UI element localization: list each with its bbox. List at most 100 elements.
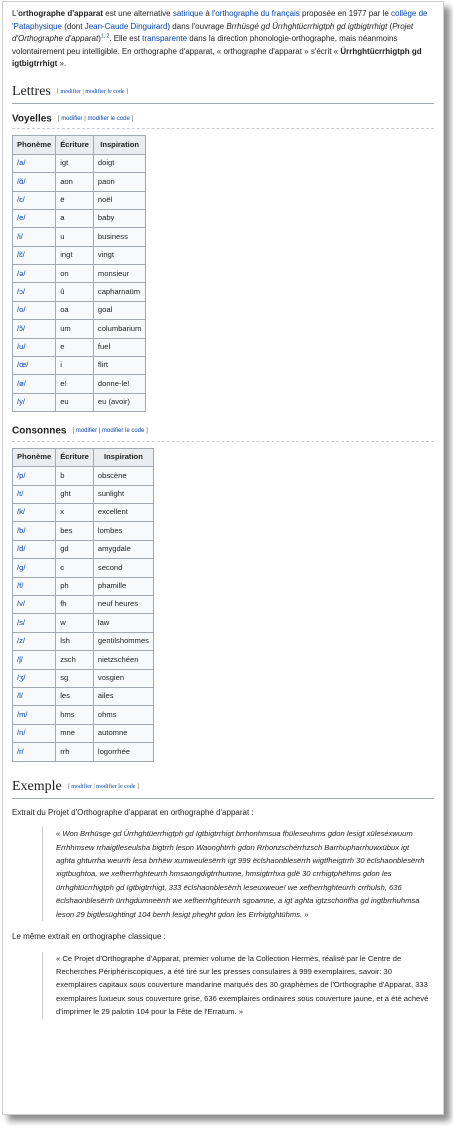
table-row: /r/rrh logorrhée [11, 742, 154, 762]
phoneme-cell[interactable]: /o/ [11, 300, 57, 321]
phoneme-cell[interactable]: /ø/ [11, 374, 57, 394]
table-row: /ɛ̃/ingt vingt [11, 245, 147, 266]
ecriture-cell: a [55, 208, 94, 229]
quote-apparat: « Won Brrhüsge gd Ürrhghtüerrhigtph gd I… [42, 827, 430, 922]
orthographe-link[interactable]: l'orthographe du français [212, 9, 300, 18]
phoneme-cell[interactable]: /ɔ/ [11, 282, 57, 302]
table-row: /k/x excellent [11, 503, 154, 523]
phoneme-cell[interactable]: /b/ [11, 521, 57, 541]
satirique-link[interactable]: satirique [173, 9, 203, 18]
edit-link[interactable]: modifier [60, 89, 81, 95]
table-row: /d/gd amygdale [11, 539, 154, 560]
table-row: /ø/e! donne-le! [11, 374, 147, 394]
edit-source-link[interactable]: modifier le code [102, 428, 144, 434]
ecriture-cell: aon [55, 172, 94, 192]
table-row: /e/a baby [11, 208, 147, 229]
phoneme-cell[interactable]: /ə/ [11, 264, 57, 284]
phoneme-cell[interactable]: /œ/ [11, 356, 57, 376]
inspiration-cell: fuel [92, 337, 147, 358]
phoneme-cell[interactable]: /ɔ̃/ [11, 319, 57, 339]
inspiration-cell: flirt [92, 356, 147, 376]
edit-bracket: ] [136, 783, 139, 790]
ecriture-cell: gd [55, 539, 94, 560]
ecriture-cell: x [55, 503, 94, 523]
exemple-heading-text: Exemple [12, 778, 62, 794]
section-edit-links: [ modifier | modifier le code ] [68, 784, 139, 790]
edit-link[interactable]: modifier [61, 116, 82, 122]
phoneme-cell[interactable]: /g/ [11, 558, 57, 578]
consonnes-table: Phonème Écriture Inspiration /p/b obscène… [11, 447, 154, 762]
table-row: /v/fh neuf heures [11, 594, 154, 615]
inspiration-cell: baby [92, 208, 147, 229]
inspiration-cell: doigt [92, 153, 147, 174]
phoneme-cell[interactable]: /ʒ/ [11, 668, 57, 688]
phoneme-cell[interactable]: /a/ [11, 153, 57, 174]
lettres-heading: Lettres [ modifier | modifier le code ] [12, 83, 434, 104]
phoneme-cell[interactable]: /n/ [11, 723, 57, 744]
phoneme-cell[interactable]: /ɛ/ [11, 190, 57, 210]
transparente-link[interactable]: transparente [142, 34, 187, 43]
dinguirard-link[interactable]: Jean-Caude Dinguirard [85, 22, 168, 31]
inspiration-cell: lombes [92, 521, 154, 541]
phoneme-cell[interactable]: /ɛ̃/ [11, 245, 57, 266]
phoneme-cell[interactable]: /e/ [11, 208, 57, 229]
edit-source-link[interactable]: modifier le code [87, 116, 129, 122]
column-header: Écriture [55, 447, 94, 468]
ecriture-cell: ë [55, 190, 94, 210]
table-row: /p/b obscène [11, 466, 154, 486]
table-row: /ʒ/sg vosgien [11, 668, 154, 688]
edit-source-link[interactable]: modifier le code [96, 784, 135, 790]
phoneme-cell[interactable]: /p/ [11, 466, 57, 486]
voyelles-table: Phonème Écriture Inspiration /a/igt doigt… [11, 135, 147, 413]
table-row: /ə/on monsieur [11, 264, 147, 284]
section-edit-links: [ modifier | modifier le code ] [58, 116, 133, 122]
ecriture-cell: e! [55, 374, 94, 394]
phoneme-cell[interactable]: /ʃ/ [11, 650, 57, 670]
phoneme-cell[interactable]: /d/ [11, 539, 57, 560]
inspiration-cell: ailes [92, 686, 154, 707]
phoneme-cell[interactable]: /y/ [11, 392, 57, 413]
section-edit-links: [ modifier | modifier le code ] [72, 428, 147, 434]
consonnes-heading: Consonnes [ modifier | modifier le code ] [12, 424, 434, 442]
quote-classique: « Ce Projet d'Orthographe d'Apparat, pre… [42, 951, 430, 1019]
inspiration-cell: obscène [92, 466, 154, 486]
table-row: /ɛ/ë noël [11, 190, 147, 210]
edit-bracket: [ [57, 115, 60, 122]
phoneme-cell[interactable]: /s/ [11, 613, 57, 633]
edit-bracket: [ [67, 783, 70, 790]
intro-text: . Elle est [109, 34, 143, 43]
ecriture-cell: on [55, 264, 94, 284]
phoneme-cell[interactable]: /k/ [11, 503, 57, 523]
edit-link[interactable]: modifier [71, 784, 92, 790]
phoneme-cell[interactable]: /t/ [11, 484, 57, 505]
table-row: /f/ph phamille [11, 576, 154, 596]
phoneme-cell[interactable]: /u/ [11, 337, 57, 358]
phoneme-cell[interactable]: /m/ [11, 705, 57, 725]
ecriture-cell: eu [55, 392, 94, 413]
phoneme-cell[interactable]: /i/ [11, 227, 57, 247]
phoneme-cell[interactable]: /z/ [11, 631, 57, 652]
inspiration-cell: capharnaüm [92, 282, 147, 302]
ecriture-cell: ingt [55, 245, 94, 266]
phoneme-cell[interactable]: /v/ [11, 594, 57, 615]
ecriture-cell: sg [55, 668, 94, 688]
phoneme-cell[interactable]: /f/ [11, 576, 57, 596]
phoneme-cell[interactable]: /r/ [11, 742, 57, 762]
exemple-heading: Exemple [ modifier | modifier le code ] [12, 778, 434, 799]
edit-link[interactable]: modifier [76, 428, 97, 434]
ecriture-cell: oa [55, 300, 94, 321]
edit-source-link[interactable]: modifier le code [85, 89, 124, 95]
ecriture-cell: ph [55, 576, 94, 596]
intro-text: est une alternative [103, 9, 173, 18]
ecriture-cell: um [55, 319, 94, 339]
table-row: /a/igt doigt [11, 153, 147, 174]
edit-bracket: ] [146, 428, 148, 435]
ecriture-cell: c [55, 558, 94, 578]
article-content: L'orthographe d'apparat est une alternat… [3, 2, 443, 1019]
intro-title-bold: orthographe d'apparat [17, 9, 104, 18]
phoneme-cell[interactable]: /l/ [11, 686, 57, 707]
table-row: /œ/i flirt [11, 356, 147, 376]
reference-links[interactable]: 1, 2 [101, 33, 109, 39]
phoneme-cell[interactable]: /ɑ̃/ [11, 172, 57, 192]
work-title: Brrhüsgé gd Ürrhghtücrrhigtph gd igtbigt… [226, 21, 388, 31]
